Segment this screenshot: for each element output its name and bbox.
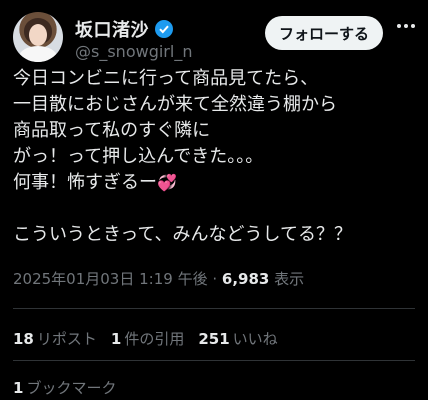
- tweet-body: 今日コンビニに行って商品見てたら、 一目散におじさんが来て全然違う棚から 商品取…: [13, 66, 418, 248]
- repost-stat[interactable]: 18 リポスト: [13, 328, 97, 349]
- view-count-label: 表示: [274, 270, 305, 288]
- like-stat[interactable]: 251 いいね: [198, 328, 277, 349]
- more-options-icon[interactable]: [397, 24, 415, 28]
- tweet-meta: 2025年01月03日 1:19 午後 · 6,983 表示: [13, 268, 304, 289]
- view-count: 6,983: [221, 270, 270, 288]
- author-display-name[interactable]: 坂口渚沙: [75, 16, 149, 42]
- quote-label: 件の引用: [124, 330, 185, 348]
- divider: [13, 360, 415, 361]
- bookmark-stat[interactable]: 1 ブックマーク: [13, 377, 116, 398]
- follow-button[interactable]: フォローする: [264, 16, 383, 50]
- author-name-row: 坂口渚沙: [75, 16, 173, 42]
- repost-label: リポスト: [36, 330, 97, 348]
- bookmark-label: ブックマーク: [26, 379, 117, 397]
- quote-count: 1: [110, 330, 122, 348]
- divider: [13, 308, 415, 309]
- like-count: 251: [198, 330, 230, 348]
- engagement-stats: 18 リポスト 1 件の引用 251 いいね: [13, 328, 278, 349]
- tweet-text-question: こういうときって、みんなどうしてる？？: [13, 224, 352, 245]
- avatar[interactable]: [13, 12, 63, 62]
- verified-badge-icon: [155, 20, 173, 38]
- repost-count: 18: [13, 330, 34, 348]
- heart-emoji: 💞: [157, 173, 177, 192]
- tweet-header: 坂口渚沙 @s_snowgirl_n フォローする: [13, 10, 415, 62]
- quote-stat[interactable]: 1 件の引用: [111, 328, 184, 349]
- bookmark-count: 1: [13, 379, 24, 397]
- like-label: いいね: [232, 330, 278, 348]
- tweet-timestamp[interactable]: 2025年01月03日 1:19 午後: [13, 270, 208, 288]
- author-handle[interactable]: @s_snowgirl_n: [75, 42, 192, 61]
- meta-separator: ·: [207, 270, 222, 288]
